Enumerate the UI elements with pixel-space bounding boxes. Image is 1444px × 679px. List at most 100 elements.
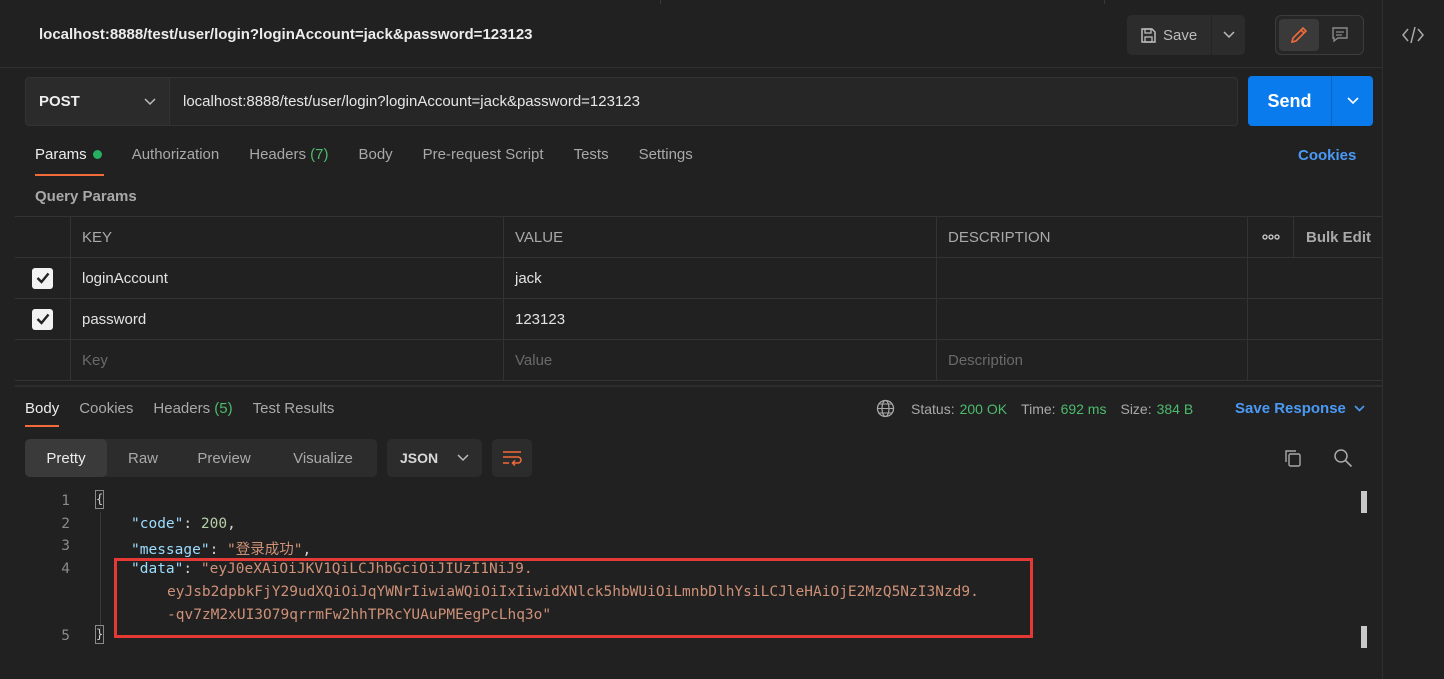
chevron-down-icon [144,97,156,105]
tab-authorization[interactable]: Authorization [132,146,220,176]
tab-params-label: Params [35,146,87,163]
response-tab-body[interactable]: Body [25,400,60,427]
check-icon [36,272,49,284]
param-description-cell[interactable] [937,258,1248,298]
chevron-down-icon [1354,405,1365,412]
param-description-cell[interactable] [937,299,1248,339]
save-label: Save [1163,26,1198,44]
param-key-cell[interactable]: password [71,299,504,339]
param-key-cell[interactable]: loginAccount [71,258,504,298]
line-number: 5 [61,628,70,644]
response-tab-headers-label: Headers [153,400,211,417]
method-select[interactable]: POST [25,77,170,126]
format-select[interactable]: JSON [387,439,482,477]
response-divider[interactable] [15,385,1382,387]
time-label: Time: [1021,400,1056,417]
response-headers-count: (5) [214,400,233,417]
more-options-button[interactable] [1248,217,1294,257]
comments-button[interactable] [1321,19,1361,51]
row-action-cell [1248,299,1382,339]
query-params-heading: Query Params [35,188,137,205]
close-brace: } [95,625,104,644]
globe-icon[interactable] [876,399,895,418]
tab-strip-edge [0,0,1382,4]
param-value-cell[interactable]: 123123 [504,299,937,339]
column-header-key: KEY [71,217,504,257]
json-key-code: "code" [131,516,184,532]
save-button[interactable]: Save [1127,15,1212,55]
request-title[interactable]: localhost:8888/test/user/login?loginAcco… [39,26,533,43]
tab-params[interactable]: Params [35,146,104,176]
row-action-cell [1248,340,1382,380]
scrollbar-marker-top[interactable] [1361,491,1367,513]
code-line-1: { [95,490,104,509]
tab-tests[interactable]: Tests [574,146,609,176]
response-tab-test-results[interactable]: Test Results [253,400,335,427]
search-icon[interactable] [1333,448,1353,468]
header-checkbox-cell [15,217,71,257]
annotation-highlight-box [114,558,1033,638]
tab-headers[interactable]: Headers (7) [249,146,328,176]
line-number: 3 [61,538,70,554]
response-tab-headers[interactable]: Headers (5) [153,400,232,427]
cookies-link[interactable]: Cookies [1298,147,1356,164]
tab-settings[interactable]: Settings [639,146,693,176]
line-number: 1 [61,493,70,509]
view-pretty-button[interactable]: Pretty [25,439,107,477]
method-label: POST [39,93,80,110]
table-row: password 123123 [15,299,1382,340]
status-value[interactable]: 200 OK [960,401,1007,417]
code-line-2: "code": 200, [131,516,236,532]
json-value-message: "登录成功" [227,542,303,558]
param-value-cell[interactable]: jack [504,258,937,298]
status-label: Status: [911,400,955,417]
save-response-label: Save Response [1235,400,1346,417]
tab-headers-label: Headers [249,146,306,163]
indent-guide [100,512,101,630]
more-horizontal-icon [1261,234,1280,240]
new-description-input[interactable]: Description [937,340,1248,380]
chevron-down-icon [1222,31,1235,39]
edit-mode-button[interactable] [1279,19,1319,51]
view-raw-button[interactable]: Raw [107,439,179,477]
row-checkbox-cell [15,299,71,339]
response-view-modes: Pretty Raw Preview Visualize [25,439,377,477]
save-options-button[interactable] [1212,15,1245,55]
json-value-code: 200 [200,516,228,532]
tab-body[interactable]: Body [358,146,392,176]
code-icon[interactable] [1401,24,1425,46]
open-brace: { [95,490,104,509]
send-button[interactable]: Send [1248,76,1332,126]
pencil-icon [1290,26,1307,44]
right-sidebar [1382,0,1444,679]
format-label: JSON [400,450,439,466]
save-response-button[interactable]: Save Response [1235,400,1365,417]
new-key-input[interactable]: Key [71,340,504,380]
save-button-group: Save [1127,15,1245,55]
table-row: loginAccount jack [15,258,1382,299]
view-visualize-button[interactable]: Visualize [269,439,377,477]
comment-icon [1332,27,1348,43]
request-header: localhost:8888/test/user/login?loginAcco… [0,0,1382,68]
wrap-lines-button[interactable] [492,439,532,477]
send-options-button[interactable] [1332,76,1373,126]
copy-icon[interactable] [1283,448,1303,468]
url-input[interactable]: localhost:8888/test/user/login?loginAcco… [170,77,1238,126]
param-checkbox[interactable] [32,267,53,289]
json-key-message: "message" [131,542,210,558]
size-value[interactable]: 384 B [1157,401,1194,417]
column-header-value: VALUE [504,217,937,257]
scrollbar-marker-bottom[interactable] [1361,626,1367,648]
code-line-3: "message": "登录成功", [131,542,312,558]
query-params-table: KEY VALUE DESCRIPTION Bulk Edit loginAcc… [15,216,1382,381]
response-tab-cookies[interactable]: Cookies [79,400,133,427]
save-icon [1141,27,1156,43]
time-value[interactable]: 692 ms [1061,401,1107,417]
table-row-empty: Key Value Description [15,340,1382,381]
tab-prerequest-script[interactable]: Pre-request Script [423,146,544,176]
bulk-edit-button[interactable]: Bulk Edit [1294,217,1382,257]
param-checkbox[interactable] [32,308,53,330]
new-value-input[interactable]: Value [504,340,937,380]
response-tabs: Body Cookies Headers (5) Test Results [25,400,354,427]
view-preview-button[interactable]: Preview [179,439,269,477]
